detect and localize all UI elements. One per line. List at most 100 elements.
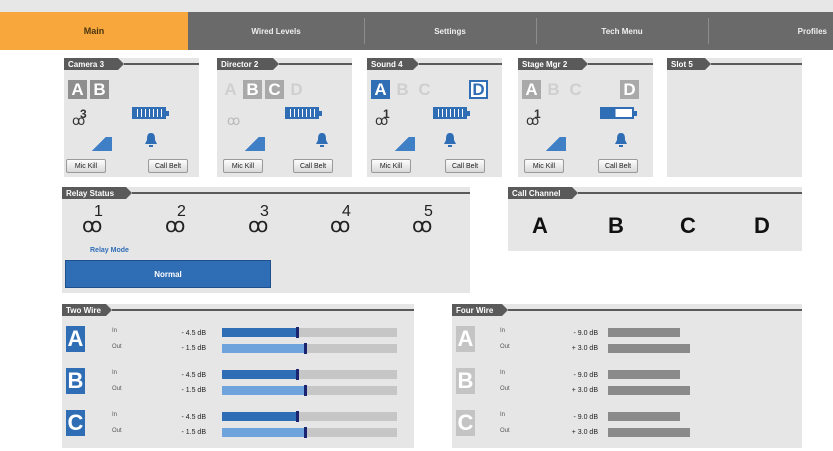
four-wire-panel: Four Wire A In Out - 9.0 dB + 3.0 dB B I…: [452, 304, 802, 448]
signal-strength-icon: [239, 137, 265, 151]
signal-strength-icon: [389, 137, 415, 151]
battery-icon: [433, 107, 470, 119]
call-channel-c[interactable]: C: [680, 213, 696, 239]
level-marker[interactable]: [304, 343, 308, 354]
two-wire-channel-b[interactable]: B: [66, 368, 85, 394]
channel-a-indicator[interactable]: A: [68, 80, 87, 99]
level-fill: [222, 328, 296, 337]
title-rule: [711, 63, 802, 65]
beltpack-name: Sound 4: [367, 58, 419, 70]
battery-icon: [285, 107, 322, 119]
four-wire-out-bar: [608, 386, 690, 395]
channel-d-indicator[interactable]: D: [469, 80, 488, 99]
relay-number: 3: [80, 107, 87, 121]
four-wire-channel-c[interactable]: C: [456, 410, 475, 436]
tab-tech-menu[interactable]: Tech Menu: [536, 12, 708, 50]
mic-kill-button[interactable]: Mic Kill: [66, 159, 106, 173]
relay-mode-label: Relay Mode: [90, 247, 129, 254]
in-label: In: [112, 370, 118, 376]
in-label: In: [112, 328, 118, 334]
title-rule: [132, 192, 470, 194]
empty-slot-panel[interactable]: Slot 5: [667, 58, 802, 177]
channel-d-indicator[interactable]: D: [287, 80, 306, 99]
four-wire-channel-a[interactable]: A: [456, 326, 475, 352]
tab-main[interactable]: Main: [0, 12, 188, 50]
two-wire-channel-a[interactable]: A: [66, 326, 85, 352]
channel-c-indicator[interactable]: C: [265, 80, 284, 99]
channel-a-indicator[interactable]: A: [221, 80, 240, 99]
beltpack-panel: Sound 4 A B C D ꝏ1 Mic Kill Call Belt: [367, 58, 502, 177]
channel-d-indicator[interactable]: D: [620, 80, 639, 99]
level-marker[interactable]: [304, 427, 308, 438]
title-rule: [419, 63, 502, 65]
level-marker[interactable]: [295, 369, 299, 380]
channel-a-indicator[interactable]: A: [522, 80, 541, 99]
two-wire-in-slider[interactable]: [222, 411, 397, 422]
four-wire-out-level: + 3.0 dB: [571, 429, 598, 436]
beltpack-name: Camera 3: [64, 58, 124, 70]
two-wire-out-slider[interactable]: [222, 385, 397, 396]
out-label: Out: [112, 428, 122, 434]
relay-1-icon: ꝏ1: [82, 203, 103, 237]
relay-icon: ꝏ1: [375, 107, 390, 129]
relay-5-icon: ꝏ5: [412, 203, 433, 237]
four-wire-channel-b[interactable]: B: [456, 368, 475, 394]
tab-profiles[interactable]: Profiles: [708, 12, 833, 50]
level-fill: [222, 344, 305, 353]
channel-c-indicator[interactable]: C: [415, 80, 434, 99]
title-rule: [508, 309, 802, 311]
out-label: Out: [500, 386, 510, 392]
relay-status-panel: Relay Status ꝏ1 ꝏ2 ꝏ3 ꝏ4 ꝏ5 Relay Mode N…: [62, 187, 470, 293]
mic-kill-button[interactable]: Mic Kill: [223, 159, 263, 173]
two-wire-out-slider[interactable]: [222, 427, 397, 438]
two-wire-out-level: - 1.5 dB: [181, 429, 206, 436]
beltpack-name: Stage Mgr 2: [518, 58, 588, 70]
four-wire-in-level: - 9.0 dB: [573, 372, 598, 379]
beltpack-panel: Stage Mgr 2 A B C D ꝏ1 Mic Kill Call Bel…: [518, 58, 653, 177]
call-belt-button[interactable]: Call Belt: [445, 159, 485, 173]
four-wire-in-level: - 9.0 dB: [573, 330, 598, 337]
relay-2-icon: ꝏ2: [165, 203, 186, 237]
tab-wired-levels[interactable]: Wired Levels: [188, 12, 364, 50]
four-wire-out-bar: [608, 344, 690, 353]
bell-icon: [145, 133, 157, 147]
mic-kill-button[interactable]: Mic Kill: [524, 159, 564, 173]
battery-icon: [132, 107, 169, 119]
out-label: Out: [500, 344, 510, 350]
two-wire-in-level: - 4.5 dB: [181, 414, 206, 421]
channel-b-indicator[interactable]: B: [393, 80, 412, 99]
call-belt-button[interactable]: Call Belt: [293, 159, 333, 173]
two-wire-channel-c[interactable]: C: [66, 410, 85, 436]
relay-number: 4: [342, 203, 351, 220]
call-belt-button[interactable]: Call Belt: [598, 159, 638, 173]
two-wire-in-slider[interactable]: [222, 369, 397, 380]
title-rule: [588, 63, 653, 65]
relay-mode-button[interactable]: Normal: [65, 260, 271, 288]
relay-3-icon: ꝏ3: [248, 203, 269, 237]
level-marker[interactable]: [295, 327, 299, 338]
mic-kill-button[interactable]: Mic Kill: [371, 159, 411, 173]
call-channel-title: Call Channel: [508, 187, 578, 199]
channel-a-indicator[interactable]: A: [371, 80, 390, 99]
beltpack-panel: Camera 3 A B ꝏ3 Mic Kill Call Belt: [64, 58, 199, 177]
relay-number: 1: [534, 107, 541, 121]
title-rule: [124, 63, 199, 65]
level-marker[interactable]: [304, 385, 308, 396]
two-wire-in-slider[interactable]: [222, 327, 397, 338]
call-channel-a[interactable]: A: [532, 213, 548, 239]
two-wire-out-slider[interactable]: [222, 343, 397, 354]
battery-icon: [600, 107, 637, 119]
channel-b-indicator[interactable]: B: [90, 80, 109, 99]
call-channel-d[interactable]: D: [754, 213, 770, 239]
call-channel-b[interactable]: B: [608, 213, 624, 239]
channel-b-indicator[interactable]: B: [243, 80, 262, 99]
level-marker[interactable]: [295, 411, 299, 422]
out-label: Out: [500, 428, 510, 434]
call-belt-button[interactable]: Call Belt: [148, 159, 188, 173]
four-wire-out-bar: [608, 428, 690, 437]
call-channel-panel: Call Channel A B C D: [508, 187, 802, 251]
tab-settings[interactable]: Settings: [364, 12, 536, 50]
two-wire-out-level: - 1.5 dB: [181, 387, 206, 394]
channel-c-indicator[interactable]: C: [566, 80, 585, 99]
channel-b-indicator[interactable]: B: [544, 80, 563, 99]
